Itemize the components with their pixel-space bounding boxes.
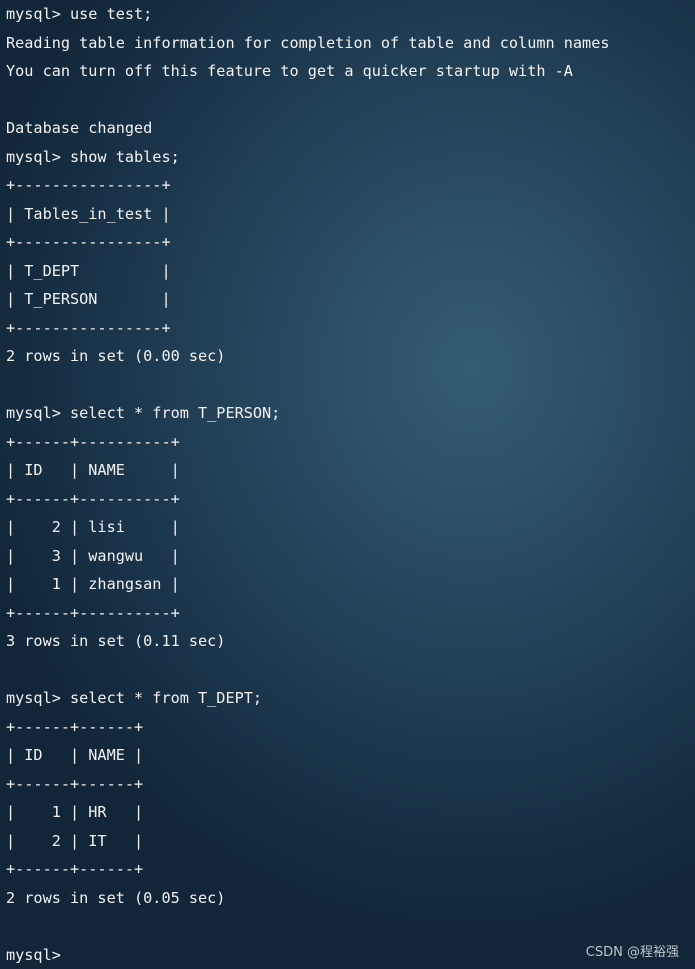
dept-border-top: +------+------+ xyxy=(6,717,144,736)
dept-row-it: | 2 | IT | xyxy=(6,831,144,850)
dept-header-row: | ID | NAME | xyxy=(6,746,144,764)
tables-row-t-dept: | T_DEPT | xyxy=(6,261,171,280)
result-summary-dept: 2 rows in set (0.05 sec) xyxy=(6,888,226,907)
command-line-select-person: mysql> select * from T_PERSON; xyxy=(6,404,281,422)
info-line-reading-table: Reading table information for completion… xyxy=(6,33,610,52)
tables-border-top: +----------------+ xyxy=(6,176,171,194)
person-border-mid: +------+----------+ xyxy=(6,489,180,508)
dept-border-bottom: +------+------+ xyxy=(6,860,144,878)
command-line-show-tables: mysql> show tables; xyxy=(6,147,180,166)
person-border-top: +------+----------+ xyxy=(6,432,180,451)
csdn-watermark: CSDN @程裕强 xyxy=(585,945,679,960)
info-line-database-changed: Database changed xyxy=(6,119,153,137)
info-line-turn-off-feature: You can turn off this feature to get a q… xyxy=(6,62,573,80)
tables-border-mid: +----------------+ xyxy=(6,233,171,251)
result-summary-tables: 2 rows in set (0.00 sec) xyxy=(6,347,226,365)
tables-border-bottom: +----------------+ xyxy=(6,318,171,337)
command-line-select-dept: mysql> select * from T_DEPT; xyxy=(6,689,263,707)
person-row-wangwu: | 3 | wangwu | xyxy=(6,546,180,565)
dept-row-hr: | 1 | HR | xyxy=(6,803,144,821)
dept-border-mid: +------+------+ xyxy=(6,774,144,793)
person-row-zhangsan: | 1 | zhangsan | xyxy=(6,575,180,593)
person-border-bottom: +------+----------+ xyxy=(6,603,180,622)
person-header-row: | ID | NAME | xyxy=(6,461,180,479)
command-line-use-test: mysql> use test; xyxy=(6,5,153,23)
person-row-lisi: | 2 | lisi | xyxy=(6,518,180,536)
result-summary-person: 3 rows in set (0.11 sec) xyxy=(6,632,226,650)
tables-row-t-person: | T_PERSON | xyxy=(6,290,171,308)
tables-header-row: | Tables_in_test | xyxy=(6,204,171,223)
terminal-output[interactable]: mysql> use test; Reading table informati… xyxy=(6,0,689,969)
